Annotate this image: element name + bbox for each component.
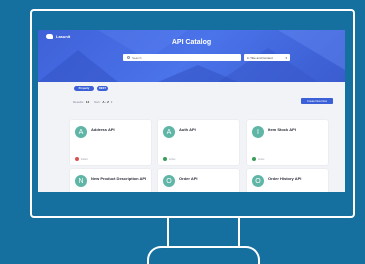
filter-chip-property[interactable]: Property <box>74 86 94 91</box>
status-dot-icon <box>252 157 256 161</box>
search-scope-select[interactable]: in Title and Content ▾ <box>244 54 290 61</box>
sort-select[interactable]: Sort: A - Z ▾ <box>94 100 112 104</box>
api-card[interactable]: N New Product Description API <box>70 169 151 192</box>
chevron-down-icon: ▾ <box>110 100 113 104</box>
sort-value: A - Z <box>102 100 109 104</box>
avatar: I <box>252 126 264 138</box>
avatar: O <box>252 175 264 187</box>
status-badge: Failed <box>75 157 88 161</box>
status-text: Active <box>169 157 176 161</box>
results-count: Results: 14 <box>73 100 89 104</box>
api-card[interactable]: A Address API Failed <box>70 120 151 165</box>
search-scope-value: in Title and Content <box>247 55 273 60</box>
create-flow-button[interactable]: Create New Flow <box>301 98 333 104</box>
avatar: N <box>75 175 87 187</box>
results-value: 14 <box>85 100 90 104</box>
api-card-title[interactable]: Item Stock API <box>268 127 326 132</box>
results-label: Results: <box>73 100 84 104</box>
api-card-title[interactable]: Auth API <box>179 127 237 132</box>
status-text: Active <box>258 157 265 161</box>
screen: Lasunit API Catalog in Title and Content… <box>38 30 345 192</box>
hero-banner: Lasunit API Catalog in Title and Content… <box>38 30 345 82</box>
filter-chip-rest[interactable]: REST <box>97 86 108 91</box>
api-card[interactable]: I Item Stock API Active <box>247 120 328 165</box>
api-card-title[interactable]: Address API <box>91 127 149 132</box>
avatar: A <box>75 126 87 138</box>
search-bar[interactable] <box>123 54 241 61</box>
page-title: API Catalog <box>171 39 212 46</box>
api-card[interactable]: A Auth API Active <box>158 120 239 165</box>
api-card-title[interactable]: New Product Description API <box>91 176 149 181</box>
api-card[interactable]: O Order History API <box>247 169 328 192</box>
status-dot-icon <box>75 157 79 161</box>
search-icon <box>127 56 130 59</box>
avatar: O <box>163 175 175 187</box>
api-card-title[interactable]: Order History API <box>268 176 326 181</box>
status-text: Failed <box>81 157 88 161</box>
monitor-neck <box>167 218 240 248</box>
avatar: A <box>163 126 175 138</box>
status-dot-icon <box>163 157 167 161</box>
sort-label: Sort: <box>94 100 101 104</box>
monitor-base <box>147 246 260 264</box>
chevron-down-icon: ▾ <box>285 55 287 60</box>
status-badge: Active <box>163 157 176 161</box>
search-input[interactable] <box>132 55 232 60</box>
api-card-title[interactable]: Order API <box>179 176 237 181</box>
status-badge: Active <box>252 157 265 161</box>
api-card[interactable]: O Order API <box>158 169 239 192</box>
